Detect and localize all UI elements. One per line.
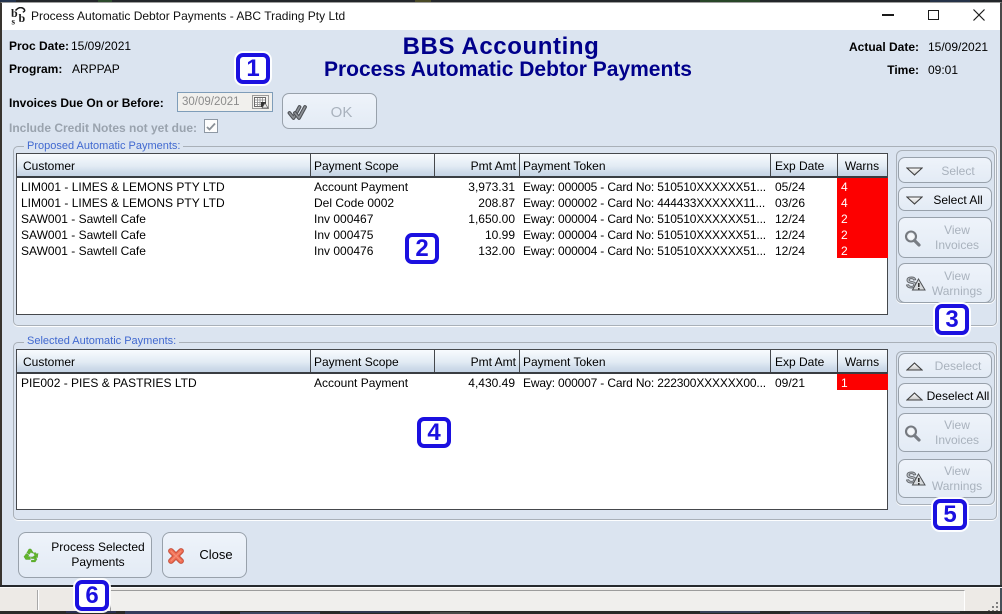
svg-text:s: s (12, 17, 16, 26)
svg-text:b: b (19, 11, 26, 25)
